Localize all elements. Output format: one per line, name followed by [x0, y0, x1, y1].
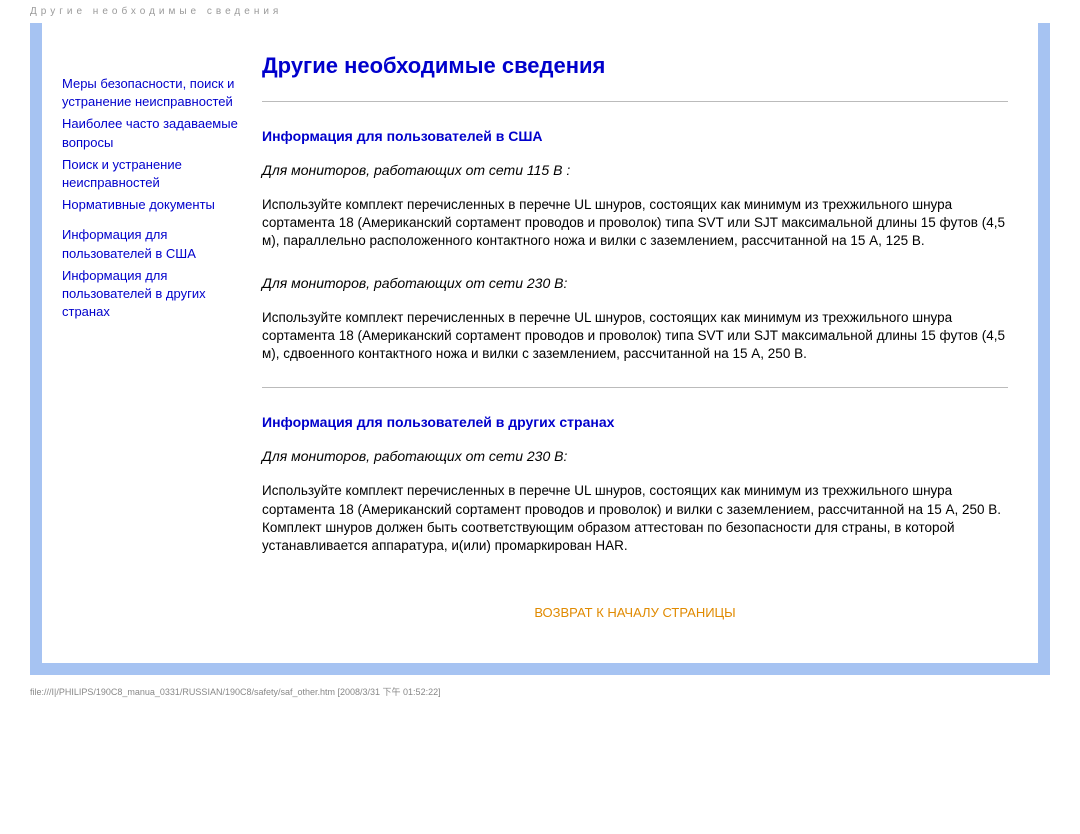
sidebar-link-faq[interactable]: Наиболее часто задаваемые вопросы	[62, 116, 238, 149]
sidebar: Меры безопасности, поиск и устранение не…	[62, 53, 242, 633]
section-heading-usa: Информация для пользователей в США	[262, 128, 1008, 144]
header-strip: Другие необходимые сведения	[0, 0, 1080, 23]
outer-blue-frame: Меры безопасности, поиск и устранение не…	[30, 23, 1050, 675]
subheading-230v-other: Для мониторов, работающих от сети 230 В:	[262, 448, 1008, 464]
sidebar-link-safety[interactable]: Меры безопасности, поиск и устранение не…	[62, 76, 234, 109]
subheading-115v: Для мониторов, работающих от сети 115 В …	[262, 162, 1008, 178]
body-115v: Используйте комплект перечисленных в пер…	[262, 196, 1008, 251]
body-230v-usa: Используйте комплект перечисленных в пер…	[262, 309, 1008, 364]
main-content: Другие необходимые сведения Информация д…	[242, 53, 1008, 633]
content-panel: Меры безопасности, поиск и устранение не…	[42, 23, 1038, 663]
page-title: Другие необходимые сведения	[262, 53, 1008, 79]
sidebar-link-other-countries[interactable]: Информация для пользователей в других ст…	[62, 268, 206, 319]
divider	[262, 101, 1008, 102]
footer-path: file:///I|/PHILIPS/190C8_manua_0331/RUSS…	[0, 675, 1080, 698]
sidebar-link-regulatory[interactable]: Нормативные документы	[62, 197, 215, 212]
sidebar-link-troubleshoot[interactable]: Поиск и устранение неисправностей	[62, 157, 182, 190]
subheading-230v-usa: Для мониторов, работающих от сети 230 В:	[262, 275, 1008, 291]
back-to-top-link[interactable]: ВОЗВРАТ К НАЧАЛУ СТРАНИЦЫ	[262, 605, 1008, 620]
sidebar-link-usa[interactable]: Информация для пользователей в США	[62, 227, 196, 260]
body-230v-other: Используйте комплект перечисленных в пер…	[262, 482, 1008, 555]
divider	[262, 387, 1008, 388]
section-heading-other: Информация для пользователей в других ст…	[262, 414, 1008, 430]
